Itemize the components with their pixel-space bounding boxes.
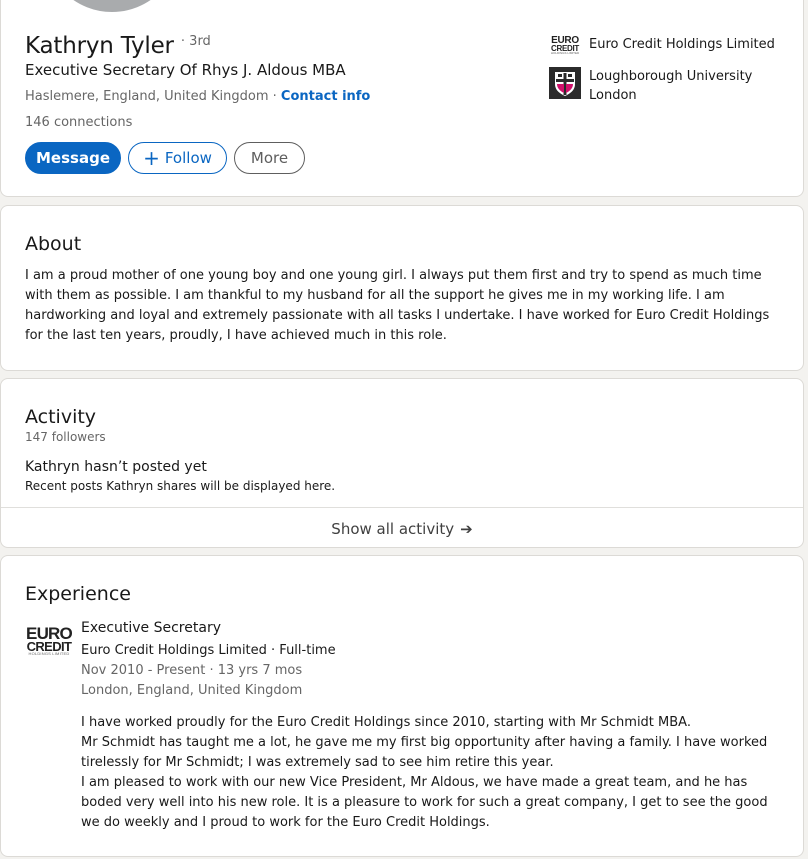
show-all-activity-label: Show all activity	[331, 520, 455, 538]
experience-description: I have worked proudly for the Euro Credi…	[81, 713, 786, 833]
follow-button-label: Follow	[164, 149, 212, 167]
logo-line-3: HOLDINGS LIMITED	[28, 651, 70, 657]
about-section: About I am a proud mother of one young b…	[0, 205, 804, 371]
education-link[interactable]: Loughborough University London	[549, 67, 779, 105]
description-paragraph: I am pleased to work with our new Vice P…	[81, 775, 768, 830]
plus-icon: +	[143, 146, 160, 170]
arrow-right-icon: ➔	[460, 520, 473, 538]
more-button-label: More	[250, 149, 289, 167]
connection-degree: · 3rd	[180, 34, 211, 49]
profile-location: Haslemere, England, United Kingdom	[25, 89, 269, 104]
current-company-name: Euro Credit Holdings Limited	[589, 37, 775, 52]
follow-button[interactable]: + Follow	[128, 142, 227, 174]
message-button-label: Message	[36, 149, 110, 167]
about-text: I am a proud mother of one young boy and…	[25, 268, 770, 343]
no-posts-title: Kathryn hasn’t posted yet	[25, 459, 207, 475]
more-button[interactable]: More	[234, 142, 305, 174]
experience-dates: Nov 2010 - Present · 13 yrs 7 mos	[81, 663, 303, 678]
followers-count: 147 followers	[25, 430, 106, 444]
experience-title: Experience	[25, 583, 131, 605]
profile-headline: Executive Secretary Of Rhys J. Aldous MB…	[25, 61, 346, 79]
euro-credit-logo-icon: EURO CREDIT HOLDINGS LIMITED	[549, 35, 581, 55]
activity-title: Activity	[25, 406, 97, 428]
activity-section: Activity 147 followers Kathryn hasn’t po…	[0, 378, 804, 548]
loughborough-crest-logo-icon	[549, 67, 581, 99]
location-separator: ·	[268, 89, 281, 104]
connections-count[interactable]: 146 connections	[25, 115, 132, 130]
experience-company: Euro Credit Holdings Limited · Full-time	[81, 643, 336, 658]
profile-name: Kathryn Tyler	[25, 33, 174, 59]
no-posts-subtitle: Recent posts Kathryn shares will be disp…	[25, 479, 336, 493]
about-title: About	[25, 233, 82, 255]
logo-line-3: HOLDINGS LIMITED	[550, 50, 580, 55]
education-name: Loughborough University London	[589, 69, 753, 103]
profile-top-card: Kathryn Tyler · 3rd Executive Secretary …	[0, 0, 804, 197]
current-company-link[interactable]: EURO CREDIT HOLDINGS LIMITED Euro Credit…	[549, 35, 775, 55]
profile-avatar[interactable]	[41, 0, 183, 15]
location-row: Haslemere, England, United Kingdom · Con…	[25, 89, 370, 104]
euro-credit-logo-icon[interactable]: EURO CREDIT HOLDINGS LIMITED	[25, 624, 73, 657]
name-row: Kathryn Tyler · 3rd	[25, 33, 211, 59]
message-button[interactable]: Message	[25, 142, 121, 174]
experience-role: Executive Secretary	[81, 620, 221, 636]
experience-location: London, England, United Kingdom	[81, 683, 303, 698]
contact-info-link[interactable]: Contact info	[281, 89, 370, 104]
show-all-activity-button[interactable]: Show all activity ➔	[1, 507, 803, 547]
description-paragraph: Mr Schmidt has taught me a lot, he gave …	[81, 735, 768, 770]
experience-section: Experience EURO CREDIT HOLDINGS LIMITED …	[0, 555, 804, 857]
description-paragraph: I have worked proudly for the Euro Credi…	[81, 715, 691, 730]
